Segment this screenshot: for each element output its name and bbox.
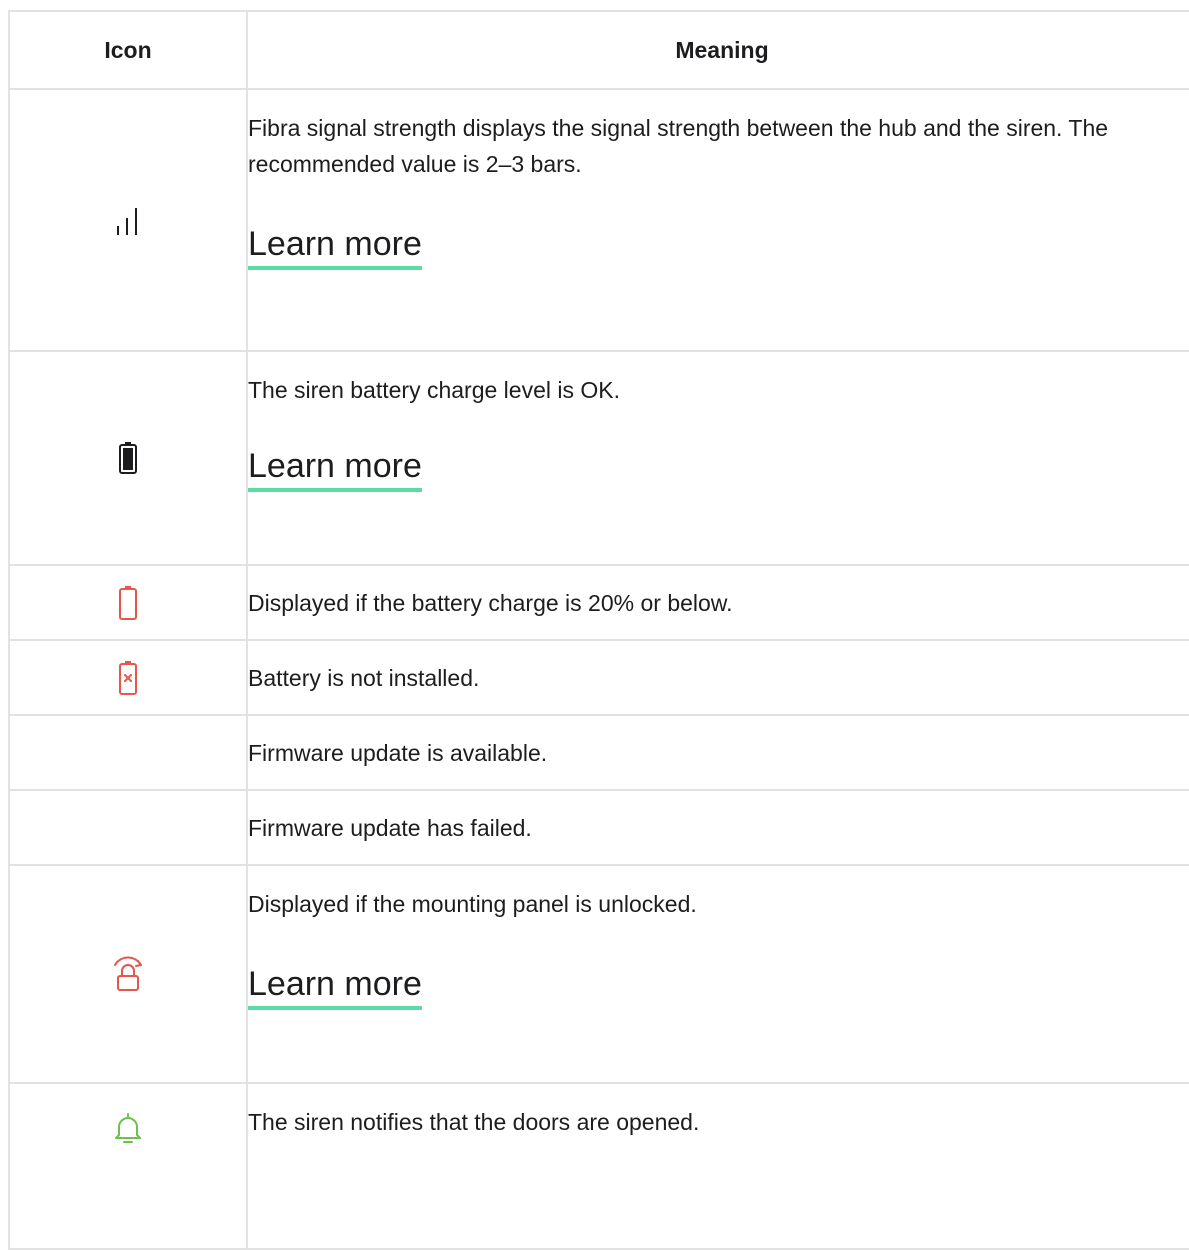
row-description: Firmware update is available.	[248, 739, 548, 766]
table-row: Fibra signal strength displays the signa…	[8, 88, 1189, 352]
table-row: Firmware update has failed.	[8, 789, 1189, 866]
row-description: The siren battery charge level is OK.	[248, 377, 620, 403]
lid-unlocked-icon	[111, 956, 145, 991]
table-header-row: Icon Meaning	[8, 10, 1189, 90]
table-row: Battery is not installed.	[8, 639, 1189, 716]
header-meaning: Meaning	[246, 10, 1189, 90]
table-row: The siren battery charge level is OK. Le…	[8, 350, 1189, 566]
empty-icon-cell	[8, 714, 248, 791]
learn-more-link[interactable]: Learn more	[248, 964, 422, 1010]
table-row: The siren notifies that the doors are op…	[8, 1082, 1189, 1250]
bell-icon	[113, 1113, 143, 1143]
empty-icon-cell	[8, 789, 248, 866]
row-description: Displayed if the battery charge is 20% o…	[248, 589, 733, 616]
table-row: Displayed if the mounting panel is unloc…	[8, 864, 1189, 1084]
battery-low-icon	[117, 585, 139, 620]
signal-strength-icon	[113, 208, 143, 235]
row-description: Battery is not installed.	[248, 664, 480, 691]
row-description: The siren notifies that the doors are op…	[248, 1109, 700, 1135]
battery-missing-icon	[117, 660, 139, 695]
table-row: Displayed if the battery charge is 20% o…	[8, 564, 1189, 641]
icons-table: Icon Meaning Fibra signal strength displ…	[8, 10, 1189, 1250]
learn-more-link[interactable]: Learn more	[248, 446, 422, 492]
battery-full-icon	[117, 442, 139, 474]
row-description: Firmware update has failed.	[248, 814, 532, 841]
row-description: Fibra signal strength displays the signa…	[248, 115, 1109, 177]
header-icon: Icon	[8, 10, 248, 90]
learn-more-link[interactable]: Learn more	[248, 224, 422, 270]
row-description: Displayed if the mounting panel is unloc…	[248, 891, 697, 917]
table-row: Firmware update is available.	[8, 714, 1189, 791]
